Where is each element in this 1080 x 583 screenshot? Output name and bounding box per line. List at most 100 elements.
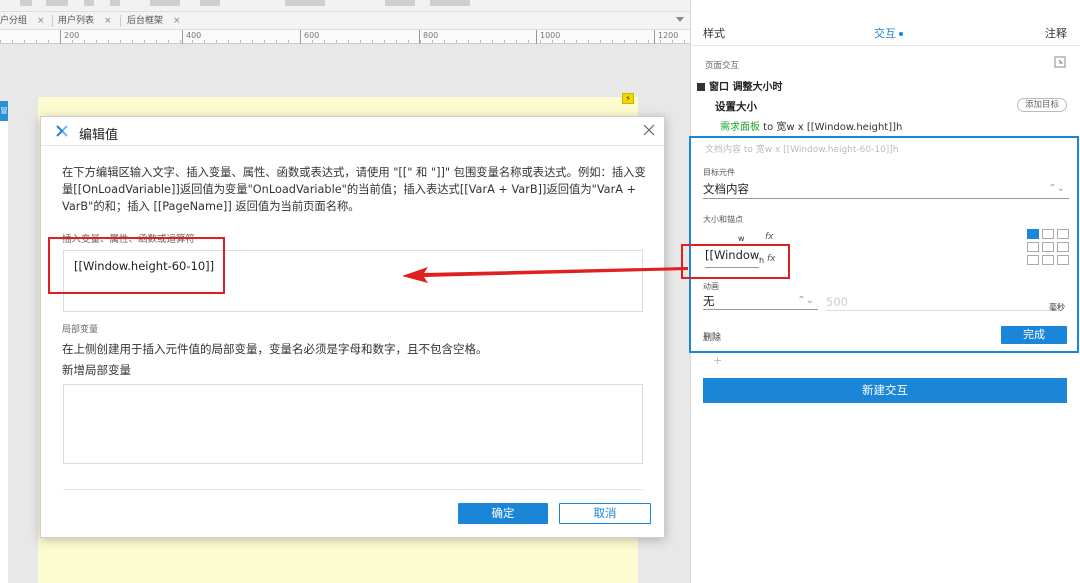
event-label: 窗口 调整大小时: [709, 82, 783, 93]
tab-interactions-label: 交互: [874, 27, 896, 40]
toolbar-item[interactable]: [150, 0, 180, 6]
width-label: w: [738, 234, 745, 243]
animation-label: 动画: [703, 282, 719, 291]
animation-select[interactable]: 无 ⌃⌄: [703, 292, 818, 310]
ruler-major-tick: [654, 30, 655, 44]
panel-tabs: 样式 交互 注释: [691, 0, 1080, 46]
ruler-label: 800: [423, 31, 439, 40]
dialog-divider: [41, 145, 664, 146]
arrow-icon: [402, 267, 688, 283]
tab-label: 户分组: [0, 16, 28, 26]
local-variables-list[interactable]: [63, 384, 643, 464]
duration-unit: 毫秒: [1049, 303, 1065, 312]
chevron-updown-icon: ⌃⌄: [797, 295, 814, 306]
cancel-button[interactable]: 取消: [559, 503, 651, 524]
anchor-bottom-center[interactable]: [1042, 255, 1054, 265]
anchor-top-right[interactable]: [1057, 229, 1069, 239]
toolbar-item[interactable]: [385, 0, 415, 6]
add-target-button[interactable]: 添加目标: [1017, 98, 1067, 112]
anchor-top-left[interactable]: [1027, 229, 1039, 239]
toolbar-item[interactable]: [430, 0, 470, 6]
event-window-resize[interactable]: 窗口 调整大小时: [697, 78, 782, 93]
anchor-grid: [1027, 229, 1069, 271]
dialog-title: 编辑值: [79, 128, 119, 143]
pending-action-preview: 文档内容 to 宽w x [[Window.height-60-10]]h: [705, 145, 899, 155]
tab-style[interactable]: 样式: [703, 25, 725, 41]
tab-notes[interactable]: 注释: [1045, 25, 1067, 41]
done-button[interactable]: 完成: [1001, 326, 1067, 344]
duration-input[interactable]: 500: [826, 293, 1054, 311]
dialog-description: 在下方编辑区输入文字、插入变量、属性、函数或表达式，请使用 "[[" 和 "]]…: [62, 166, 646, 213]
animation-value: 无: [703, 294, 715, 308]
page-interactions-heading: 页面交互: [705, 61, 740, 71]
tab-separator: [120, 15, 121, 27]
tab-user-group[interactable]: 户分组 ×: [0, 14, 45, 28]
tab-separator: [52, 15, 53, 27]
target-widget-value: 文档内容: [703, 182, 749, 196]
ruler-major-tick: [182, 30, 183, 44]
toolbar-item[interactable]: [20, 0, 32, 6]
tab-close-icon[interactable]: ×: [104, 16, 112, 26]
ruler-label: 1000: [540, 31, 561, 40]
tab-label: 后台框架: [127, 16, 164, 26]
app-logo-icon: [56, 125, 68, 137]
tab-user-list[interactable]: 用户列表 ×: [58, 14, 112, 28]
close-icon[interactable]: [642, 123, 656, 137]
size-anchor-label: 大小和锚点: [703, 215, 743, 224]
target-widget-select[interactable]: 文档内容 ⌃⌄: [703, 179, 1069, 199]
highlight-box-editor: [48, 237, 225, 294]
ruler-major-tick: [60, 30, 61, 44]
add-local-variable-link[interactable]: 新增局部变量: [62, 362, 131, 378]
top-toolbar: [0, 0, 690, 12]
tab-admin-frame[interactable]: 后台框架 ×: [127, 14, 181, 28]
target-widget-name: 需求面板: [720, 122, 760, 133]
anchor-middle-right[interactable]: [1057, 242, 1069, 252]
delete-button[interactable]: 删除: [703, 330, 721, 343]
anchor-middle-left[interactable]: [1027, 242, 1039, 252]
ruler-label: 600: [304, 31, 320, 40]
tab-interactions[interactable]: 交互: [874, 25, 903, 41]
horizontal-ruler: 200 400 600 800 1000 1200: [0, 30, 690, 44]
lightning-icon[interactable]: ⚡: [622, 93, 634, 104]
anchor-center[interactable]: [1042, 242, 1054, 252]
action-set-size[interactable]: 设置大小: [715, 99, 757, 114]
collapse-square-icon[interactable]: [697, 83, 705, 91]
local-variables-heading: 局部变量: [62, 325, 99, 335]
chevron-updown-icon: ⌃⌄: [1048, 183, 1065, 194]
side-tag[interactable]: 冒: [0, 101, 8, 121]
action-detail-text: to 宽w x [[Window.height]]h: [760, 122, 903, 133]
width-fx-icon[interactable]: fx: [765, 232, 774, 242]
toolbar-item[interactable]: [46, 0, 68, 6]
highlight-box-size-input: [681, 244, 790, 279]
tab-close-icon[interactable]: ×: [37, 16, 45, 26]
right-inspector-panel: 样式 交互 注释 页面交互 窗口 调整大小时 设置大小 添加目标 需求面板 to…: [689, 0, 1080, 583]
ruler-major-tick: [300, 30, 301, 44]
action-detail[interactable]: 需求面板 to 宽w x [[Window.height]]h: [720, 118, 902, 133]
toolbar-item[interactable]: [110, 0, 120, 6]
ruler-label: 200: [64, 31, 80, 40]
left-strip: [0, 121, 8, 583]
ruler-major-tick: [536, 30, 537, 44]
anchor-top-center[interactable]: [1042, 229, 1054, 239]
ruler-label: 1200: [658, 31, 679, 40]
tab-close-icon[interactable]: ×: [173, 16, 181, 26]
target-widget-label: 目标元件: [703, 168, 735, 177]
edit-value-dialog: 编辑值 在下方编辑区输入文字、插入变量、属性、函数或表达式，请使用 "[[" 和…: [40, 116, 665, 538]
ok-button[interactable]: 确定: [458, 503, 548, 524]
active-dot-icon: [899, 32, 903, 36]
ruler-major-tick: [419, 30, 420, 44]
add-icon[interactable]: +: [713, 354, 722, 367]
dialog-footer-divider: [63, 489, 643, 490]
document-tabs: 户分组 × 用户列表 × 后台框架 ×: [0, 12, 690, 30]
collapse-icon[interactable]: [1054, 56, 1066, 68]
tab-label: 用户列表: [58, 16, 95, 26]
tabs-menu-icon[interactable]: [676, 17, 684, 22]
anchor-bottom-right[interactable]: [1057, 255, 1069, 265]
toolbar-item[interactable]: [200, 0, 220, 6]
new-interaction-button[interactable]: 新建交互: [703, 378, 1067, 403]
local-variables-description: 在上侧创建用于插入元件值的局部变量，变量名必须是字母和数字，且不包含空格。: [62, 342, 488, 356]
toolbar-item[interactable]: [285, 0, 325, 6]
anchor-bottom-left[interactable]: [1027, 255, 1039, 265]
ruler-label: 400: [186, 31, 202, 40]
toolbar-item[interactable]: [84, 0, 94, 6]
